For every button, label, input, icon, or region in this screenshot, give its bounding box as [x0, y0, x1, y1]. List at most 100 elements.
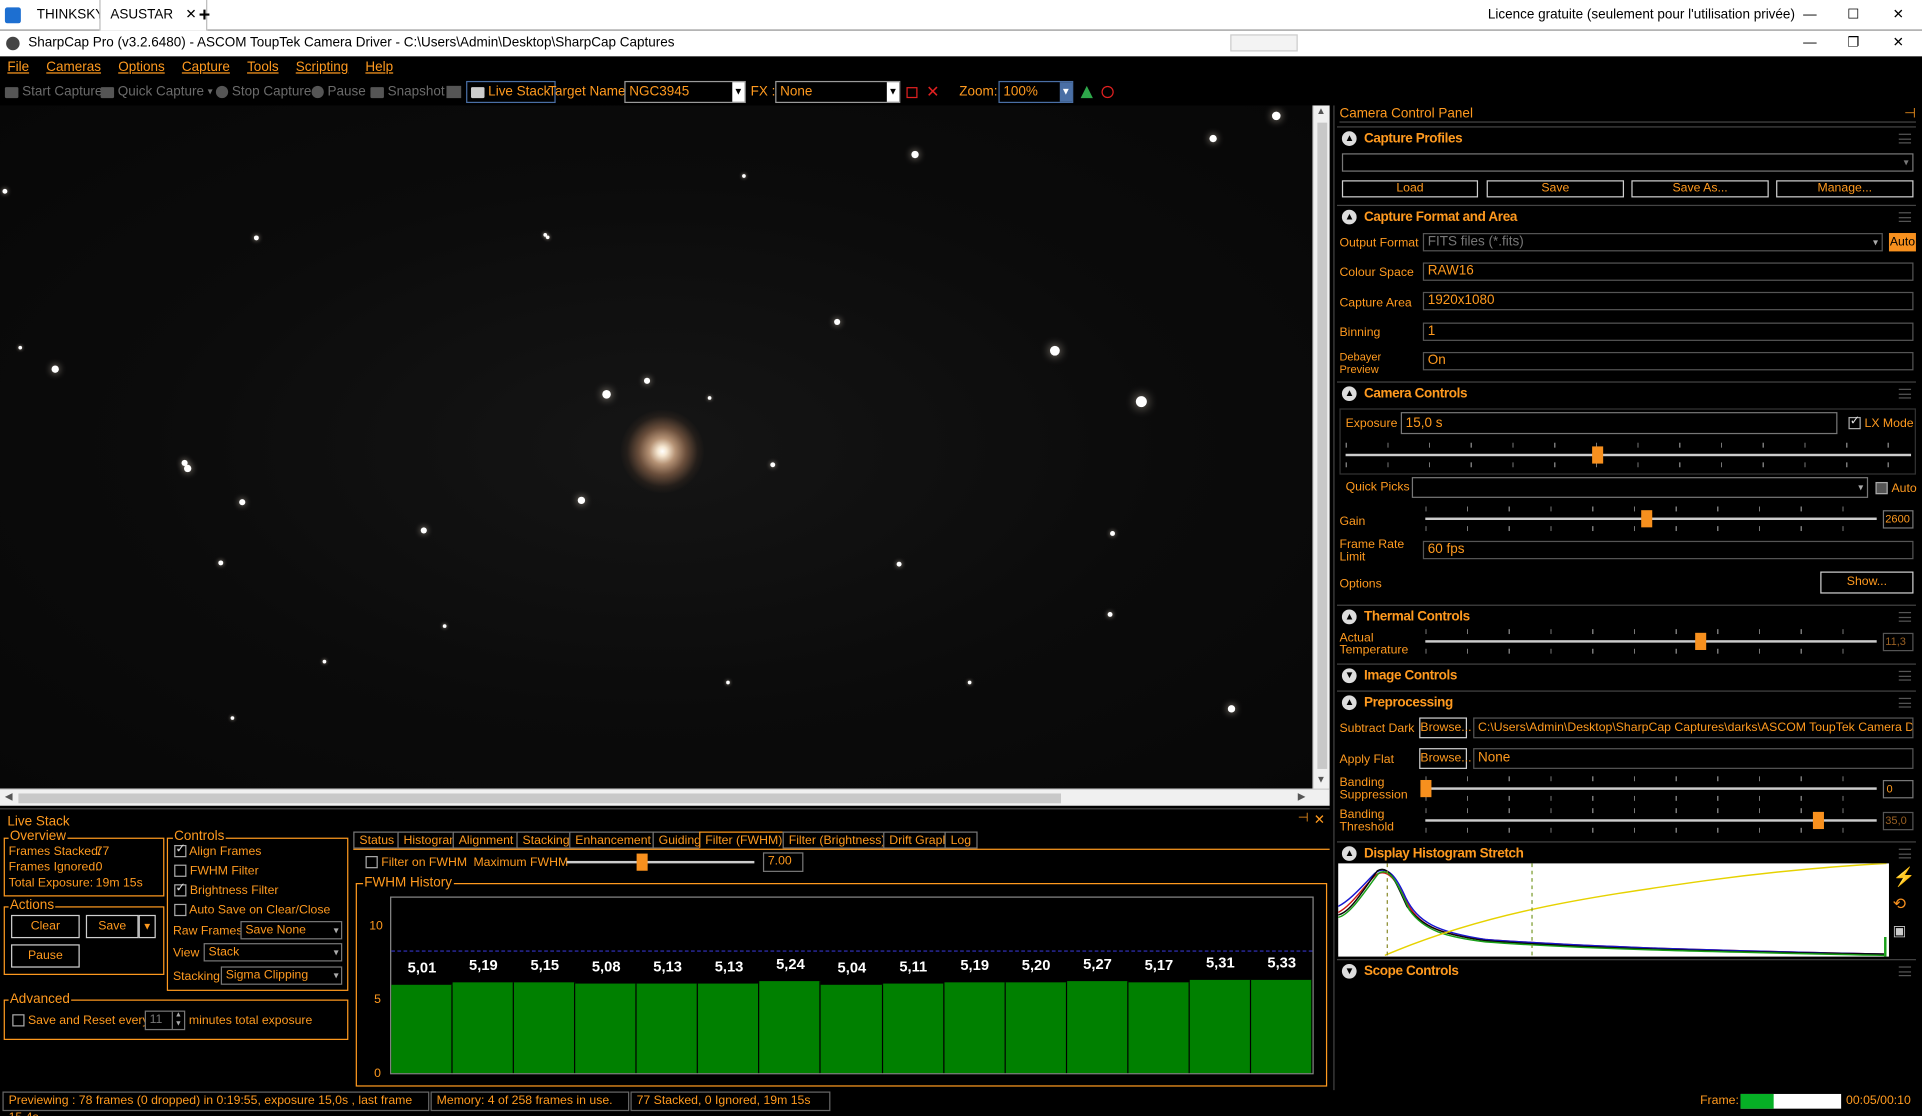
gain-slider[interactable] [1425, 506, 1877, 532]
tab-log[interactable]: Log [944, 831, 978, 849]
section-scope-controls[interactable]: ▼ Scope Controls [1336, 959, 1916, 982]
slider-thumb[interactable] [1813, 811, 1825, 830]
tab-status[interactable]: Status [353, 831, 401, 849]
slider-thumb[interactable] [636, 853, 648, 871]
banding-suppression-input[interactable]: 0 [1882, 779, 1914, 799]
show-options-button[interactable]: Show... [1820, 571, 1914, 594]
pin-icon[interactable]: ⊣ [1298, 812, 1309, 825]
crosshair-icon[interactable]: ✕ [926, 82, 939, 100]
record-square-icon[interactable] [906, 87, 918, 99]
histogram-display[interactable] [1337, 862, 1889, 957]
slider-thumb[interactable] [1592, 446, 1604, 464]
frame-rate-combo[interactable]: 60 fps [1422, 540, 1914, 560]
exposure-slider[interactable] [1345, 442, 1912, 468]
zoom-combo[interactable]: 100% ▼ [998, 80, 1074, 104]
tab-stacking[interactable]: Stacking [516, 831, 576, 849]
histogram-icon[interactable] [1080, 85, 1093, 99]
scroll-left-icon[interactable]: ◀ [5, 791, 13, 802]
menu-options[interactable]: Options [111, 56, 175, 78]
profile-combo[interactable]: ▾ [1341, 153, 1914, 172]
scroll-right-icon[interactable]: ▶ [1298, 791, 1306, 802]
stacking-combo[interactable]: Sigma Clipping ▾ [220, 966, 343, 985]
preview-image[interactable] [0, 105, 1313, 789]
section-preprocessing[interactable]: ▲ Preprocessing [1336, 690, 1916, 713]
menu-help[interactable]: Help [358, 56, 403, 78]
slider-thumb[interactable] [1641, 510, 1653, 528]
load-button[interactable]: Load [1341, 180, 1479, 198]
dark-file-combo[interactable]: C:\Users\Admin\Desktop\SharpCap Captures… [1473, 717, 1914, 739]
pause-button[interactable]: Pause [311, 78, 366, 105]
tab-filter-fwhm[interactable]: Filter (FWHM) [699, 831, 789, 849]
app-close-icon[interactable]: ✕ [1893, 31, 1904, 57]
stepper-arrows-icon[interactable]: ▲ ▼ [171, 1011, 184, 1029]
stop-capture-button[interactable]: Stop Capture [215, 78, 311, 105]
auto-exposure-checkbox[interactable]: Auto [1875, 481, 1917, 495]
save-as-button[interactable]: Save As... [1631, 180, 1769, 198]
live-stack-button[interactable]: Live Stack [466, 80, 556, 104]
banding-threshold-input[interactable]: 35,0 [1882, 811, 1914, 831]
target-icon[interactable] [1101, 85, 1114, 99]
quick-capture-button[interactable]: Quick Capture ▾ [100, 78, 213, 105]
save-profile-button[interactable]: Save [1486, 180, 1625, 198]
close-livestack-icon[interactable]: ✕ [1314, 812, 1325, 828]
banding-suppression-slider[interactable] [1420, 776, 1877, 801]
app-minimize-icon[interactable]: — [1803, 31, 1816, 57]
lx-mode-checkbox[interactable]: LX Mode [1848, 415, 1914, 430]
scroll-thumb[interactable] [1317, 122, 1328, 769]
menu-tools[interactable]: Tools [240, 56, 289, 78]
banding-threshold-slider[interactable] [1425, 808, 1877, 833]
tab-alignment[interactable]: Alignment [452, 831, 520, 849]
view-combo[interactable]: Stack ▾ [203, 943, 343, 962]
section-thermal-controls[interactable]: ▲ Thermal Controls [1336, 604, 1916, 628]
align-frames-checkbox[interactable]: Align Frames [174, 843, 261, 858]
save-options-button[interactable]: ▼ [138, 914, 156, 939]
tab-filter-brightness[interactable]: Filter (Brightness) [782, 831, 892, 849]
gain-input[interactable]: 2600 [1882, 510, 1914, 529]
exposure-input[interactable]: 15,0 s [1400, 412, 1838, 435]
section-image-controls[interactable]: ▼ Image Controls [1336, 663, 1916, 686]
vertical-scrollbar[interactable]: ▲ ▼ [1312, 105, 1330, 789]
auto-save-checkbox[interactable]: Auto Save on Clear/Close [174, 904, 330, 917]
raw-frames-combo[interactable]: Save None ▾ [240, 921, 343, 940]
flat-file-combo[interactable]: None [1473, 748, 1914, 769]
colour-space-combo[interactable]: RAW16 [1422, 262, 1914, 281]
app-restore-icon[interactable]: ❐ [1847, 31, 1859, 57]
add-tab-button[interactable]: + [189, 0, 220, 31]
close-window-icon[interactable]: ✕ [1893, 0, 1904, 31]
scroll-up-icon[interactable]: ▲ [1316, 105, 1326, 116]
section-camera-controls[interactable]: ▲ Camera Controls [1336, 381, 1916, 404]
menu-file[interactable]: File [0, 56, 39, 78]
tab-enhancement[interactable]: Enhancement [569, 831, 658, 849]
save-stack-button[interactable]: Save [85, 914, 139, 939]
horizontal-scroll-thumb[interactable] [18, 793, 1062, 804]
menu-scripting[interactable]: Scripting [288, 56, 358, 78]
section-histogram-stretch[interactable]: ▲ Display Histogram Stretch [1336, 841, 1916, 864]
remote-tools-icon[interactable] [1230, 34, 1298, 52]
max-fwhm-slider[interactable] [566, 853, 755, 871]
section-capture-format[interactable]: ▲ Capture Format and Area [1336, 204, 1916, 228]
slider-thumb[interactable] [1420, 779, 1432, 798]
menu-cameras[interactable]: Cameras [39, 56, 111, 78]
manage-button[interactable]: Manage... [1776, 180, 1914, 198]
reset-minutes-stepper[interactable]: 11 ▲ ▼ [144, 1010, 186, 1031]
save-reset-checkbox[interactable]: Save and Reset every [12, 1014, 149, 1028]
maximize-icon[interactable]: ☐ [1847, 0, 1859, 31]
capture-area-combo[interactable]: 1920x1080 [1422, 291, 1914, 311]
horizontal-scrollbar[interactable]: ◀ ▶ [0, 788, 1330, 806]
minimize-icon[interactable]: — [1803, 0, 1816, 31]
menu-capture[interactable]: Capture [175, 56, 240, 78]
browse-dark-button[interactable]: Browse... [1419, 717, 1472, 739]
max-fwhm-input[interactable]: 7.00 [762, 852, 804, 872]
brightness-filter-checkbox[interactable]: Brightness Filter [174, 882, 278, 898]
browse-flat-button[interactable]: Browse... [1419, 748, 1472, 769]
fx-combo[interactable]: None ▼ [775, 80, 901, 104]
auto-stretch-icon[interactable]: ⚡ [1893, 866, 1916, 888]
debayer-combo[interactable]: On [1422, 351, 1914, 371]
start-capture-button[interactable]: Start Capture [4, 78, 102, 105]
pause-stack-button[interactable]: Pause [11, 944, 80, 968]
output-format-combo[interactable]: FITS files (*.fits) ▾ [1422, 233, 1883, 252]
auto-format-button[interactable]: Auto [1888, 233, 1916, 252]
filter-on-fwhm-checkbox[interactable]: Filter on FWHM [365, 856, 467, 870]
settings-icon[interactable] [446, 85, 462, 99]
snapshot-button[interactable]: Snapshot [370, 78, 445, 105]
